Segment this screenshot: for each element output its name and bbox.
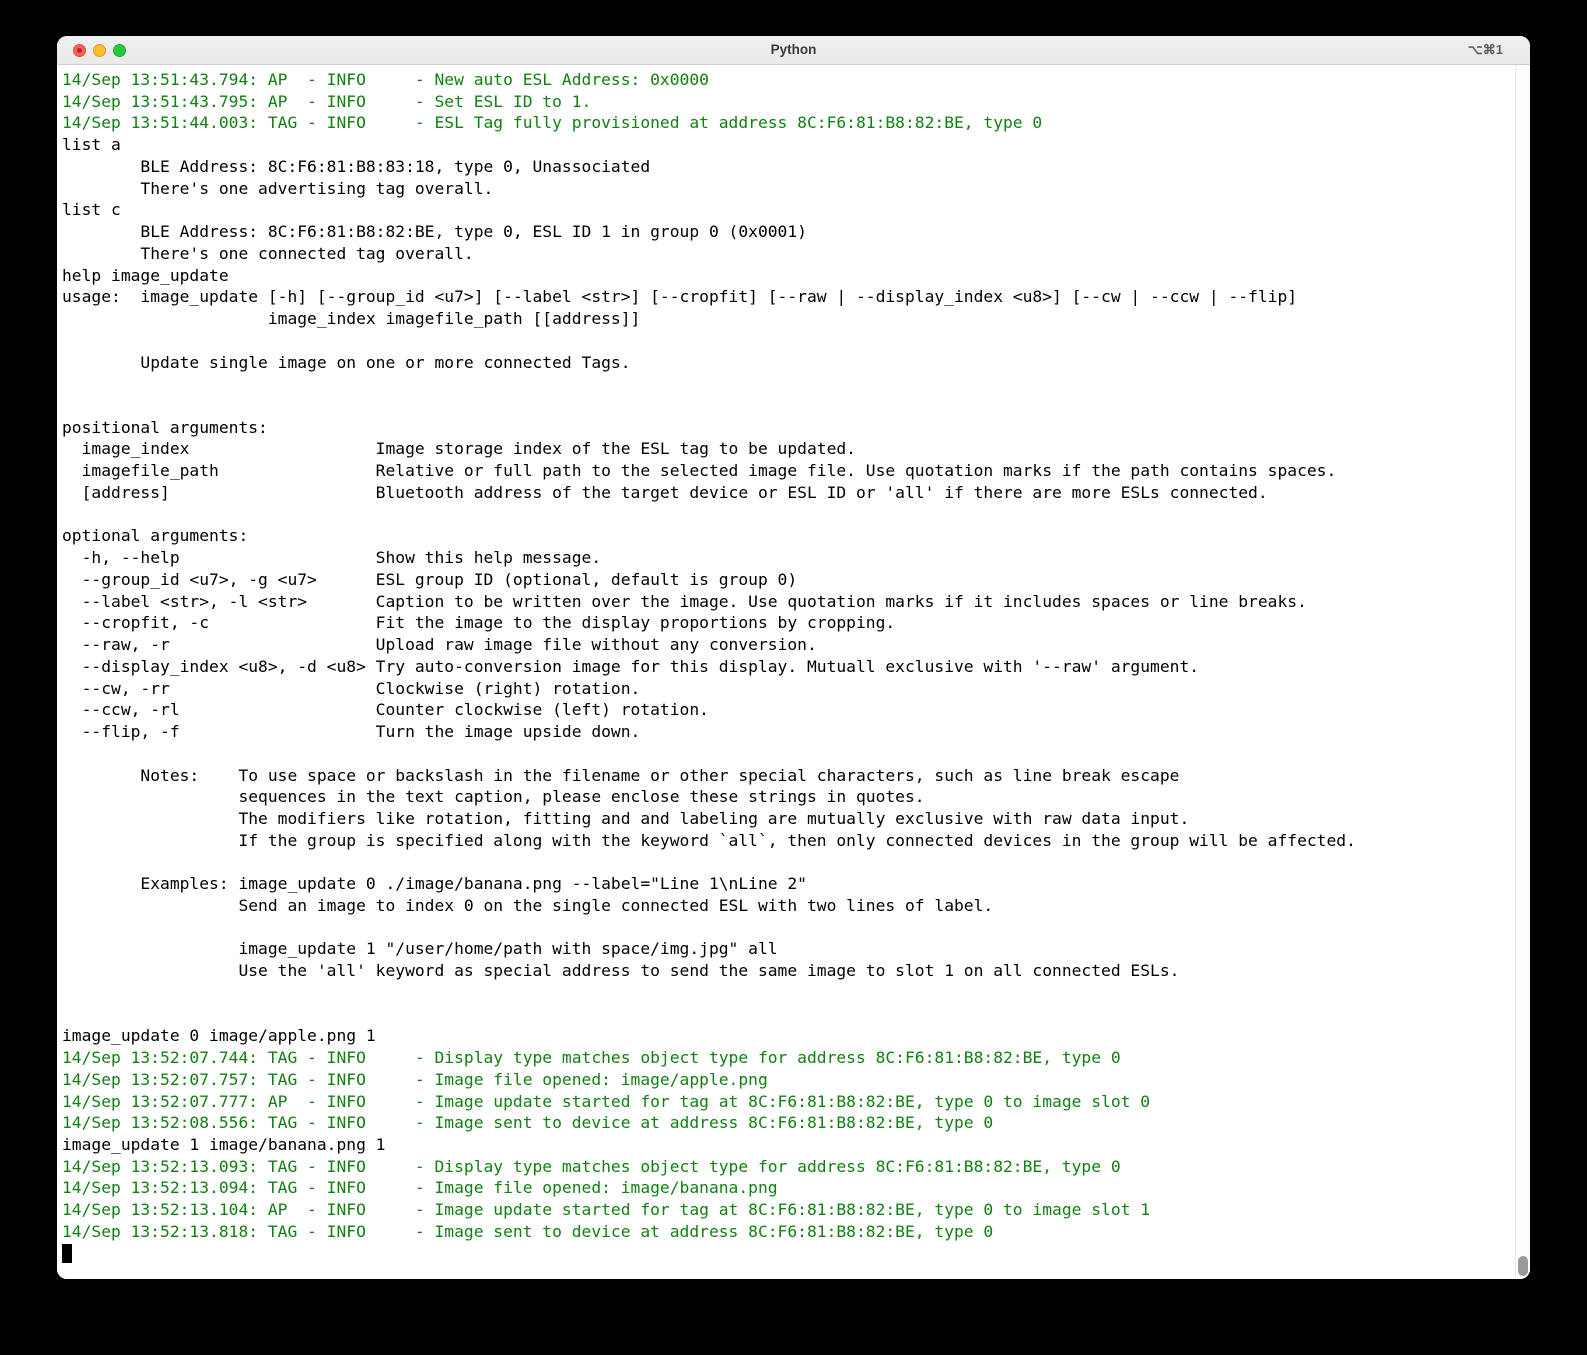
window-titlebar[interactable]: Python ⌥⌘1 bbox=[57, 36, 1530, 65]
terminal-line: BLE Address: 8C:F6:81:B8:82:BE, type 0, … bbox=[62, 222, 807, 242]
log-line: 14/Sep 13:51:43.794: AP - INFO - New aut… bbox=[62, 70, 709, 89]
terminal-line: image_update 1 "/user/home/path with spa… bbox=[62, 939, 778, 959]
log-line: 14/Sep 13:52:13.094: TAG - INFO - Image … bbox=[62, 1178, 778, 1198]
terminal-line: help image_update bbox=[62, 265, 229, 285]
terminal-line: image_update 0 image/apple.png 1 bbox=[62, 1026, 376, 1046]
log-line: 14/Sep 13:51:43.795: AP - INFO - Set ESL… bbox=[62, 91, 592, 111]
prompt-line bbox=[62, 1243, 1530, 1265]
terminal-line: --cw, -rr Clockwise (right) rotation. bbox=[62, 678, 641, 698]
terminal-line: --flip, -f Turn the image upside down. bbox=[62, 722, 641, 742]
terminal-line: image_index imagefile_path [[address]] bbox=[62, 309, 641, 329]
log-line: 14/Sep 13:52:13.104: AP - INFO - Image u… bbox=[62, 1200, 1151, 1220]
terminal-line: optional arguments: bbox=[62, 526, 249, 546]
terminal-line: imagefile_path Relative or full path to … bbox=[62, 461, 1337, 481]
terminal-line: -h, --help Show this help message. bbox=[62, 548, 602, 568]
terminal-line: image_update 1 image/banana.png 1 bbox=[62, 1134, 386, 1154]
log-line: 14/Sep 13:51:44.003: TAG - INFO - ESL Ta… bbox=[62, 113, 1043, 133]
terminal-line: Examples: image_update 0 ./image/banana.… bbox=[62, 874, 807, 894]
terminal-line: --ccw, -rl Counter clockwise (left) rota… bbox=[62, 700, 709, 720]
terminal-line: list a bbox=[62, 135, 121, 155]
terminal-line: There's one advertising tag overall. bbox=[62, 178, 494, 198]
terminal-line: positional arguments: bbox=[62, 417, 268, 437]
terminal-line: If the group is specified along with the… bbox=[62, 830, 1356, 850]
terminal-output: 14/Sep 13:51:43.794: AP - INFO - New aut… bbox=[62, 69, 1530, 1264]
terminal-line: Update single image on one or more conne… bbox=[62, 352, 631, 372]
terminal-line: --group_id <u7>, -g <u7> ESL group ID (o… bbox=[62, 569, 798, 589]
scrollbar-thumb[interactable] bbox=[1518, 1256, 1528, 1276]
terminal-line: The modifiers like rotation, fitting and… bbox=[62, 808, 1190, 828]
window-title: Python bbox=[770, 42, 817, 57]
log-line: 14/Sep 13:52:13.093: TAG - INFO - Displa… bbox=[62, 1156, 1121, 1176]
terminal-line: --display_index <u8>, -d <u8> Try auto-c… bbox=[62, 656, 1200, 676]
log-line: 14/Sep 13:52:07.744: TAG - INFO - Displa… bbox=[62, 1048, 1121, 1068]
terminal-line: Notes: To use space or backslash in the … bbox=[62, 765, 1180, 785]
log-line: 14/Sep 13:52:07.777: AP - INFO - Image u… bbox=[62, 1091, 1151, 1111]
window-shortcut-hint: ⌥⌘1 bbox=[1467, 42, 1503, 57]
log-line: 14/Sep 13:52:07.757: TAG - INFO - Image … bbox=[62, 1069, 768, 1089]
text-cursor bbox=[62, 1243, 72, 1263]
terminal-line: Send an image to index 0 on the single c… bbox=[62, 895, 994, 915]
terminal-line: Use the 'all' keyword as special address… bbox=[62, 961, 1180, 981]
terminal-line: sequences in the text caption, please en… bbox=[62, 787, 925, 807]
python-terminal-window: Python ⌥⌘1 14/Sep 13:51:43.794: AP - INF… bbox=[57, 36, 1530, 1279]
terminal-line: --label <str>, -l <str> Caption to be wr… bbox=[62, 591, 1307, 611]
terminal-line: usage: image_update [-h] [--group_id <u7… bbox=[62, 287, 1298, 307]
vertical-scrollbar[interactable] bbox=[1515, 65, 1530, 1279]
terminal-line: [address] Bluetooth address of the targe… bbox=[62, 482, 1268, 502]
log-line: 14/Sep 13:52:08.556: TAG - INFO - Image … bbox=[62, 1113, 994, 1133]
terminal-content[interactable]: 14/Sep 13:51:43.794: AP - INFO - New aut… bbox=[57, 65, 1530, 1279]
terminal-line: list c bbox=[62, 200, 121, 220]
terminal-line: --cropfit, -c Fit the image to the displ… bbox=[62, 613, 896, 633]
terminal-line: --raw, -r Upload raw image file without … bbox=[62, 635, 817, 655]
terminal-line: There's one connected tag overall. bbox=[62, 243, 474, 263]
terminal-line: image_index Image storage index of the E… bbox=[62, 439, 856, 459]
log-line: 14/Sep 13:52:13.818: TAG - INFO - Image … bbox=[62, 1221, 994, 1241]
terminal-line: BLE Address: 8C:F6:81:B8:83:18, type 0, … bbox=[62, 156, 651, 176]
